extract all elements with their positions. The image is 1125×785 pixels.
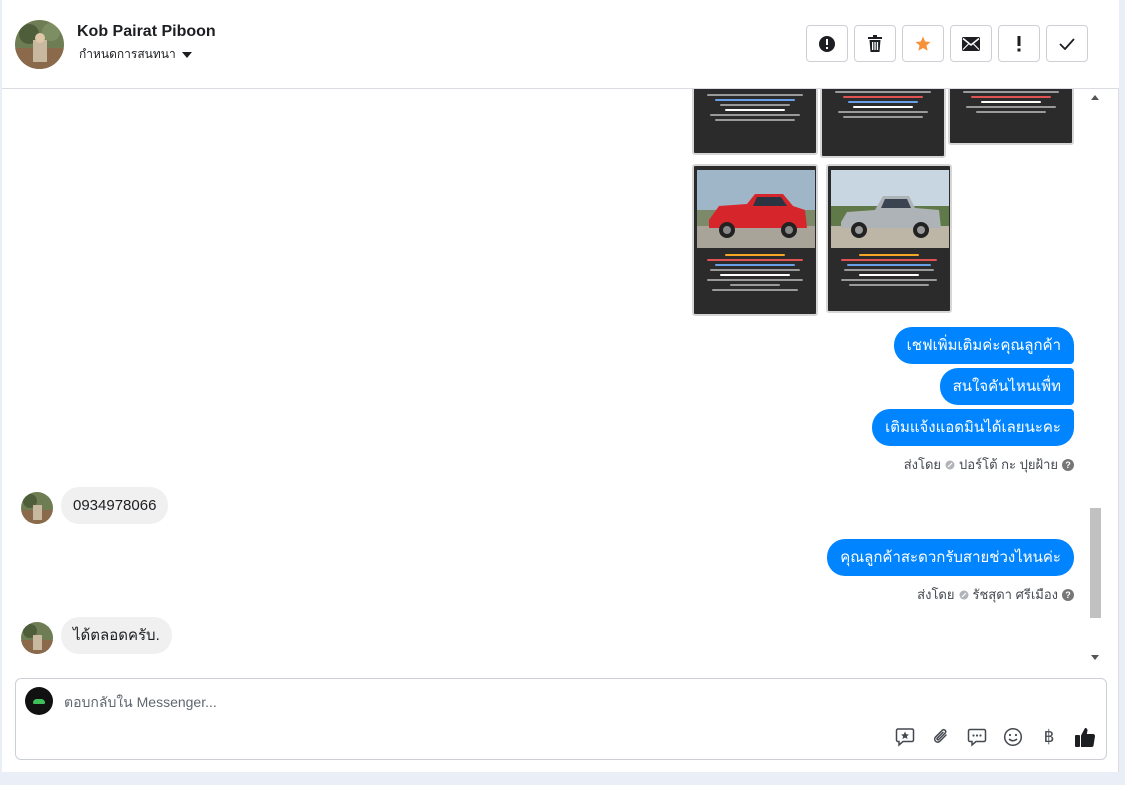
- envelope-icon: [962, 36, 980, 51]
- mark-spam-button[interactable]: [806, 25, 848, 62]
- outgoing-message[interactable]: สนใจคันไหนเพื่ท: [939, 368, 1074, 405]
- exclamation-icon: [1017, 35, 1021, 51]
- mark-done-button[interactable]: [1046, 25, 1088, 62]
- trash-icon: [868, 34, 882, 52]
- scroll-down-arrow[interactable]: [1091, 655, 1099, 660]
- message-thread[interactable]: เชฟเพิ่มเติมค่ะคุณลูกค้า สนใจคันไหนเพื่ท…: [2, 89, 1119, 666]
- like-button[interactable]: [1074, 726, 1096, 748]
- star-button[interactable]: [902, 25, 944, 62]
- car-image-1[interactable]: [692, 89, 818, 155]
- conversation-panel: Kob Pairat Piboon กำหนดการสนทนา เชฟเพิ่ม…: [2, 0, 1119, 772]
- car-image-5[interactable]: [826, 164, 952, 313]
- help-icon[interactable]: ?: [1062, 588, 1074, 601]
- outgoing-message[interactable]: เติมแจ้งแอดมินได้เลยนะคะ: [872, 409, 1074, 446]
- delete-button[interactable]: [854, 25, 896, 62]
- assign-conversation-dropdown[interactable]: กำหนดการสนทนา: [79, 45, 192, 64]
- contact-avatar[interactable]: [15, 20, 64, 69]
- contact-avatar-small[interactable]: [21, 492, 53, 524]
- user-dot-icon: [945, 460, 955, 469]
- red-pickup-photo: [697, 170, 815, 248]
- reply-input[interactable]: [64, 691, 964, 713]
- emoji-button[interactable]: [1002, 726, 1024, 748]
- car-image-4[interactable]: [692, 164, 818, 316]
- mark-unread-button[interactable]: [950, 25, 992, 62]
- assign-label: กำหนดการสนทนา: [79, 47, 176, 61]
- car-image-2[interactable]: [820, 89, 946, 158]
- report-button[interactable]: [998, 25, 1040, 62]
- paperclip-icon: [933, 728, 947, 743]
- silver-pickup-photo: [831, 170, 949, 248]
- conversation-header: Kob Pairat Piboon กำหนดการสนทนา: [2, 0, 1119, 89]
- incoming-message[interactable]: 0934978066: [61, 487, 169, 524]
- outgoing-message[interactable]: คุณลูกค้าสะดวกรับสายช่วงไหนค่ะ: [827, 539, 1074, 576]
- attach-button[interactable]: [930, 726, 952, 748]
- outgoing-message[interactable]: เชฟเพิ่มเติมค่ะคุณลูกค้า: [893, 327, 1074, 364]
- composer-tools: ฿: [894, 726, 1096, 748]
- sent-by-label: ส่งโดย รัชสุดา ศรีเมือง ?: [917, 584, 1074, 605]
- payment-button[interactable]: ฿: [1038, 726, 1060, 748]
- incoming-message[interactable]: ได้ตลอดครับ.: [61, 617, 172, 654]
- scroll-thumb[interactable]: [1090, 508, 1101, 618]
- help-icon[interactable]: ?: [1062, 458, 1074, 471]
- sent-by-label: ส่งโดย ปอร์โต้ กะ ปุยฝ้าย ?: [904, 454, 1074, 475]
- reply-composer: ฿: [15, 678, 1107, 760]
- alert-circle-icon: [819, 35, 835, 52]
- quick-reply-button[interactable]: [966, 726, 988, 748]
- header-actions: [806, 25, 1088, 62]
- scroll-up-arrow[interactable]: [1091, 95, 1099, 100]
- check-icon: [1059, 37, 1075, 50]
- caret-down-icon: [181, 51, 192, 58]
- message-scrollbar[interactable]: [1088, 89, 1102, 666]
- saved-reply-icon: [895, 728, 915, 747]
- star-icon: [915, 36, 931, 51]
- car-image-3[interactable]: [948, 89, 1074, 145]
- saved-reply-button[interactable]: [894, 726, 916, 748]
- contact-avatar-small[interactable]: [21, 622, 53, 654]
- contact-name: Kob Pairat Piboon: [77, 23, 216, 40]
- page-avatar: [25, 687, 53, 715]
- chat-bubble-icon: [967, 728, 987, 747]
- smiley-icon: [1003, 727, 1023, 747]
- baht-icon: ฿: [1043, 727, 1055, 747]
- thumbs-up-icon: [1075, 728, 1096, 747]
- user-dot-icon: [959, 590, 968, 599]
